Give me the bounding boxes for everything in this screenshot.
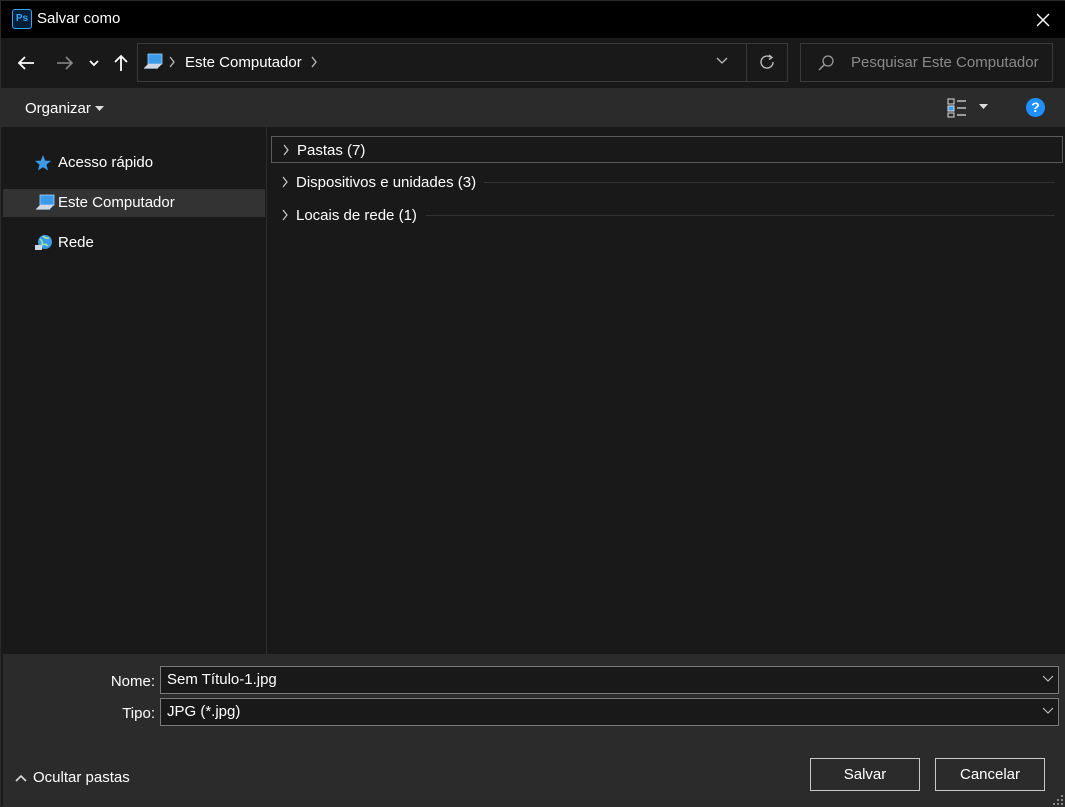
sidebar-item-label: Acesso rápido: [58, 154, 154, 171]
star-icon: [35, 155, 51, 171]
chevron-right-icon: [282, 209, 288, 221]
window-title: Salvar como: [37, 10, 121, 27]
name-label: Nome:: [110, 673, 155, 690]
resize-grip-icon[interactable]: [1053, 795, 1063, 805]
divider: [484, 182, 1055, 183]
group-header-folders[interactable]: Pastas (7): [271, 136, 1063, 163]
organize-label: Organizar: [25, 100, 91, 117]
file-type-select[interactable]: JPG (*.jpg): [160, 698, 1059, 726]
file-name-field[interactable]: Sem Título-1.jpg: [160, 666, 1059, 694]
sidebar-item-label: Rede: [58, 234, 94, 251]
network-icon: [35, 235, 52, 250]
group-header-network-locations[interactable]: Locais de rede (1): [271, 202, 1063, 229]
search-box[interactable]: Pesquisar Este Computador: [800, 43, 1053, 82]
sidebar-item-label: Este Computador: [58, 194, 175, 211]
arrow-left-icon: [17, 56, 34, 70]
refresh-icon[interactable]: [758, 53, 776, 71]
address-bar[interactable]: Este Computador: [137, 43, 788, 82]
cancel-button[interactable]: Cancelar: [935, 758, 1045, 791]
caret-down-icon[interactable]: [979, 104, 988, 110]
arrow-right-icon: [57, 56, 74, 70]
chevron-right-icon: [169, 56, 175, 68]
chevron-right-icon[interactable]: [310, 56, 318, 68]
file-name-value: Sem Título-1.jpg: [167, 671, 277, 688]
save-as-dialog: Ps Salvar como Este Computador Pesquisar…: [0, 0, 1065, 807]
forward-button[interactable]: [53, 50, 77, 76]
help-icon[interactable]: ?: [1026, 98, 1045, 117]
group-header-devices[interactable]: Dispositivos e unidades (3): [271, 169, 1063, 196]
group-label: Pastas (7): [297, 142, 366, 159]
command-bar: Organizar ?: [1, 88, 1065, 127]
file-list: Pastas (7) Dispositivos e unidades (3) L…: [268, 127, 1065, 654]
photoshop-icon: Ps: [12, 9, 32, 29]
search-icon: [818, 55, 834, 71]
chevron-up-icon: [15, 774, 27, 782]
caret-down-icon: [94, 106, 104, 112]
search-input[interactable]: Pesquisar Este Computador: [851, 54, 1039, 71]
chevron-down-icon: [89, 59, 99, 66]
save-options-panel: Nome: Sem Título-1.jpg Tipo: JPG (*.jpg)…: [3, 654, 1065, 807]
sidebar-item-quick-access[interactable]: Acesso rápido: [3, 149, 265, 177]
up-button[interactable]: [109, 50, 133, 76]
divider: [426, 215, 1055, 216]
navigation-row: Este Computador Pesquisar Este Computado…: [1, 38, 1065, 88]
group-label: Locais de rede (1): [296, 207, 417, 224]
chevron-right-icon: [282, 176, 288, 188]
save-button[interactable]: Salvar: [810, 758, 920, 791]
hide-folders-label: Ocultar pastas: [33, 769, 130, 786]
chevron-down-icon: [1042, 707, 1054, 714]
file-type-value: JPG (*.jpg): [167, 703, 241, 720]
chevron-down-icon[interactable]: [1042, 675, 1054, 683]
sidebar-item-network[interactable]: Rede: [3, 229, 265, 257]
computer-icon: [144, 53, 163, 69]
breadcrumb-item[interactable]: Este Computador: [185, 54, 302, 71]
back-button[interactable]: [14, 50, 38, 76]
sidebar-item-this-pc[interactable]: Este Computador: [3, 189, 265, 217]
close-button[interactable]: [1020, 1, 1065, 38]
type-label: Tipo:: [122, 705, 155, 722]
computer-icon: [36, 194, 55, 210]
view-options-icon[interactable]: [947, 98, 967, 118]
divider: [746, 44, 747, 81]
organize-button[interactable]: Organizar: [25, 100, 104, 117]
recent-locations-button[interactable]: [84, 50, 104, 76]
close-icon: [1036, 13, 1050, 26]
hide-folders-button[interactable]: Ocultar pastas: [15, 769, 130, 786]
chevron-right-icon: [283, 144, 289, 156]
navigation-pane: Acesso rápido Este Computador Rede: [3, 127, 267, 654]
title-bar: Ps Salvar como: [1, 1, 1065, 38]
arrow-up-icon: [114, 54, 128, 71]
chevron-down-icon[interactable]: [716, 57, 728, 65]
group-label: Dispositivos e unidades (3): [296, 174, 477, 191]
